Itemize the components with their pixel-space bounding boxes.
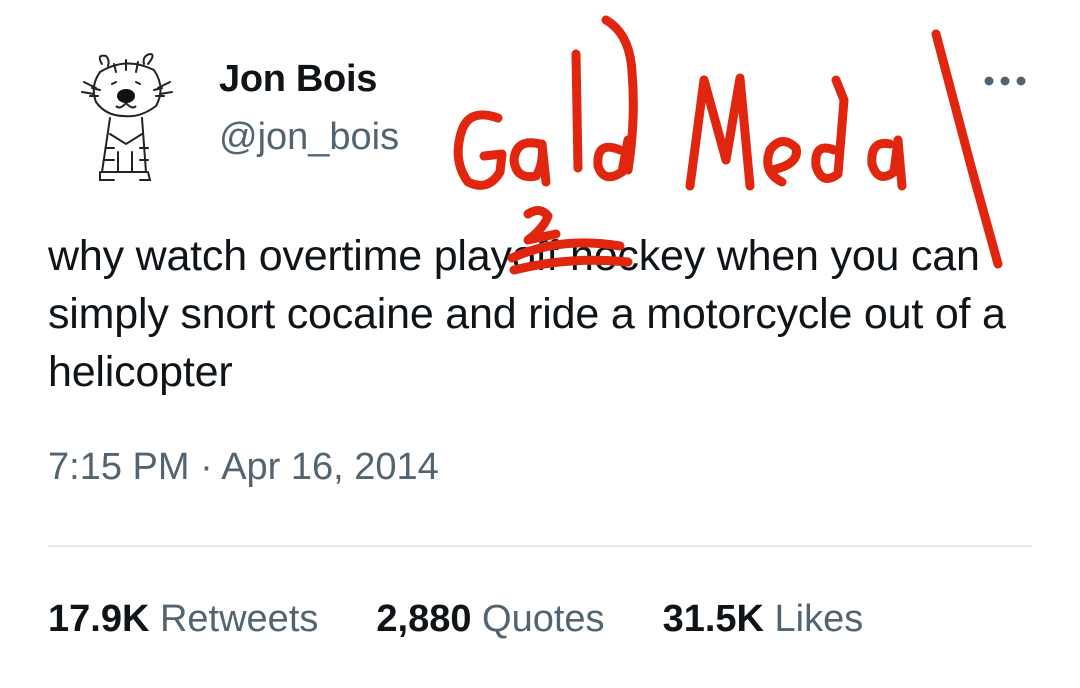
author-display-name[interactable]: Jon Bois: [219, 58, 377, 101]
likes-label: Likes: [774, 598, 864, 640]
tweet-timestamp[interactable]: 7:15 PM · Apr 16, 2014: [48, 446, 439, 489]
engagement-stats: 17.9K Retweets 2,880 Quotes 31.5K Likes: [48, 598, 921, 641]
quotes-stat[interactable]: 2,880 Quotes: [376, 598, 604, 641]
likes-stat[interactable]: 31.5K Likes: [663, 598, 864, 641]
retweets-count: 17.9K: [48, 598, 150, 640]
tiger-avatar-icon: [81, 52, 173, 181]
avatar[interactable]: [70, 48, 182, 184]
quotes-label: Quotes: [482, 598, 605, 640]
retweets-stat[interactable]: 17.9K Retweets: [48, 598, 318, 641]
author-handle[interactable]: @jon_bois: [219, 116, 399, 159]
more-dots-icon: [984, 76, 1026, 86]
divider: [48, 545, 1032, 547]
more-options-button[interactable]: [982, 64, 1028, 98]
quotes-count: 2,880: [376, 598, 472, 640]
tweet-card: Jon Bois @jon_bois why watch overtime pl…: [0, 0, 1080, 688]
tweet-text: why watch overtime playoff hockey when y…: [48, 232, 1006, 396]
likes-count: 31.5K: [662, 598, 764, 640]
retweets-label: Retweets: [159, 598, 319, 640]
